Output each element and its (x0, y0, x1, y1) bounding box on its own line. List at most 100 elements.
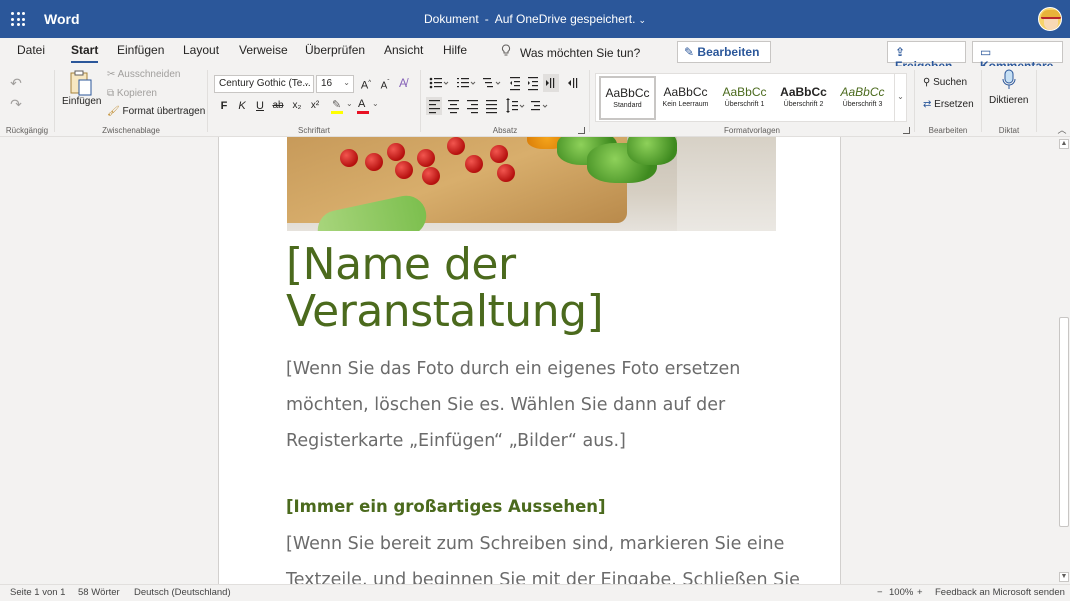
superscript-button[interactable]: x² (309, 98, 321, 114)
tab-start[interactable]: Start (71, 43, 99, 63)
find-button[interactable]: ⚲ Suchen (923, 77, 967, 88)
feedback-link[interactable]: Feedback an Microsoft senden (935, 587, 1065, 598)
clear-formatting-icon[interactable]: A̸ (396, 75, 410, 91)
scroll-down-icon[interactable]: ▼ (1059, 572, 1069, 582)
decrease-indent-icon[interactable] (510, 77, 520, 91)
copy-icon: ⧉ (107, 88, 115, 99)
style-sample: AaBbCc (605, 86, 650, 100)
tell-me-search[interactable]: Was möchten Sie tun? (500, 44, 640, 60)
style-sample: AaBbCc (722, 85, 767, 99)
tab-hilfe[interactable]: Hilfe (443, 43, 467, 57)
subscript-button[interactable]: x₂ (291, 98, 303, 114)
style-heading-1[interactable]: AaBbCc Überschrift 1 (716, 77, 773, 118)
document-page[interactable]: [Name der Veranstaltung] [Wenn Sie das F… (218, 137, 841, 584)
document-name: Dokument (424, 12, 479, 26)
highlighter-icon: ✎ (332, 99, 342, 111)
styles-group-label: Formatvorlagen (723, 126, 781, 135)
section-heading[interactable]: [Immer ein großartiges Aussehen] (286, 497, 606, 516)
rtl-text-icon[interactable] (568, 78, 578, 88)
numbering-icon[interactable] (457, 78, 476, 88)
font-group: Century Gothic (Te... ⌄ 16 ⌄ A^ Aˇ A̸ F … (208, 66, 420, 137)
intro-paragraph[interactable]: [Wenn Sie das Foto durch ein eigenes Fot… (286, 351, 786, 459)
tomato-shape (490, 145, 508, 163)
zoom-out-button[interactable]: − (877, 587, 883, 598)
editing-mode-button[interactable]: ✎ Bearbeiten ⌄ (677, 41, 771, 72)
font-family-dropdown[interactable]: Century Gothic (Te... ⌄ (214, 75, 314, 93)
replace-icon: ⇄ (923, 99, 932, 110)
scrollbar-thumb[interactable] (1059, 317, 1069, 527)
highlight-button[interactable]: ✎ ⌄ (330, 98, 354, 116)
paragraph-spacing-icon[interactable] (531, 101, 548, 111)
multilevel-list-icon[interactable] (483, 78, 501, 88)
tab-datei[interactable]: Datei (17, 43, 45, 57)
style-standard[interactable]: AaBbCc Standard (599, 76, 656, 120)
shrink-font-icon[interactable]: Aˇ (378, 75, 392, 94)
tomato-shape (387, 143, 405, 161)
collapse-ribbon-icon[interactable]: ︿ (1056, 122, 1068, 138)
vertical-scrollbar[interactable]: ▲ ▼ (1057, 137, 1070, 584)
paste-icon (70, 70, 92, 96)
font-color-button[interactable]: A ⌄ (356, 98, 380, 116)
dictate-group: Diktieren Diktat (982, 66, 1036, 137)
tab-einfuegen[interactable]: Einfügen (117, 43, 164, 57)
word-count[interactable]: 58 Wörter (78, 587, 120, 598)
align-center-icon[interactable] (448, 100, 459, 114)
comments-button[interactable]: ▭ Kommentare (972, 41, 1063, 73)
save-status: Auf OneDrive gespeichert. (494, 12, 636, 26)
scroll-up-icon[interactable]: ▲ (1059, 139, 1069, 149)
format-painter-button[interactable]: 🖌 Format übertragen (107, 106, 205, 117)
document-title[interactable]: Dokument - Auf OneDrive gespeichert. ⌄ (0, 12, 1070, 26)
body-paragraph[interactable]: [Wenn Sie bereit zum Schreiben sind, mar… (286, 526, 826, 584)
title-separator: - (484, 12, 489, 26)
style-name: Überschrift 2 (783, 101, 824, 108)
highlight-color-swatch (331, 111, 343, 114)
search-icon: ⚲ (923, 77, 931, 88)
align-right-icon[interactable] (467, 100, 478, 114)
paste-button[interactable]: Einfügen (60, 69, 101, 109)
style-heading-2[interactable]: AaBbCc Überschrift 2 (775, 77, 832, 118)
styles-more-icon[interactable]: ⌄ (894, 74, 906, 121)
paragraph-dialog-launcher-icon[interactable] (578, 127, 585, 134)
copy-button[interactable]: ⧉ Kopieren (107, 88, 157, 99)
cut-button[interactable]: ✂ Ausschneiden (107, 69, 180, 80)
event-title[interactable]: [Name der Veranstaltung] (286, 239, 604, 335)
line-spacing-icon[interactable] (506, 98, 525, 113)
zoom-in-button[interactable]: + (917, 587, 923, 598)
tab-layout[interactable]: Layout (183, 43, 219, 57)
paragraph-line: [Wenn Sie bereit zum Schreiben sind, mar… (286, 534, 785, 554)
increase-indent-icon[interactable] (528, 77, 538, 91)
dictate-label: Diktieren (989, 95, 1029, 106)
document-photo[interactable] (287, 137, 776, 231)
strikethrough-button[interactable]: ab (271, 98, 285, 114)
bullets-icon[interactable] (429, 77, 449, 89)
styles-dialog-launcher-icon[interactable] (903, 127, 910, 134)
share-button[interactable]: ⇪ Freigeben (887, 41, 966, 73)
clipboard-group-label: Zwischenablage (102, 126, 160, 135)
microphone-icon (1002, 69, 1016, 89)
style-heading-3[interactable]: AaBbCc Überschrift 3 (834, 77, 891, 118)
avatar[interactable] (1038, 7, 1062, 31)
editing-mode-label: Bearbeiten (697, 45, 760, 59)
undo-icon[interactable]: ↶ (9, 75, 23, 91)
underline-button[interactable]: U (254, 98, 266, 114)
font-color-swatch (357, 111, 369, 114)
tab-ueberpruefen[interactable]: Überprüfen (305, 43, 365, 57)
redo-icon[interactable]: ↷ (9, 96, 23, 112)
event-title-line: [Name der (286, 239, 516, 290)
tomato-shape (417, 149, 435, 167)
dictate-button[interactable]: Diktieren (985, 69, 1033, 111)
zoom-level[interactable]: 100% (889, 587, 913, 598)
language-indicator[interactable]: Deutsch (Deutschland) (134, 587, 231, 598)
style-kein-leerraum[interactable]: AaBbCc Kein Leerraum (657, 77, 714, 118)
justify-icon[interactable] (486, 100, 497, 114)
tab-verweise[interactable]: Verweise (239, 43, 288, 57)
pepper-shape (627, 137, 677, 165)
paragraph-group-label: Absatz (492, 126, 518, 135)
font-size-dropdown[interactable]: 16 ⌄ (316, 75, 354, 93)
bold-button[interactable]: F (218, 98, 230, 114)
grow-font-icon[interactable]: A^ (359, 75, 373, 94)
replace-button[interactable]: ⇄ Ersetzen (923, 99, 974, 110)
tab-ansicht[interactable]: Ansicht (384, 43, 423, 57)
italic-button[interactable]: K (236, 98, 248, 114)
page-count[interactable]: Seite 1 von 1 (10, 587, 65, 598)
